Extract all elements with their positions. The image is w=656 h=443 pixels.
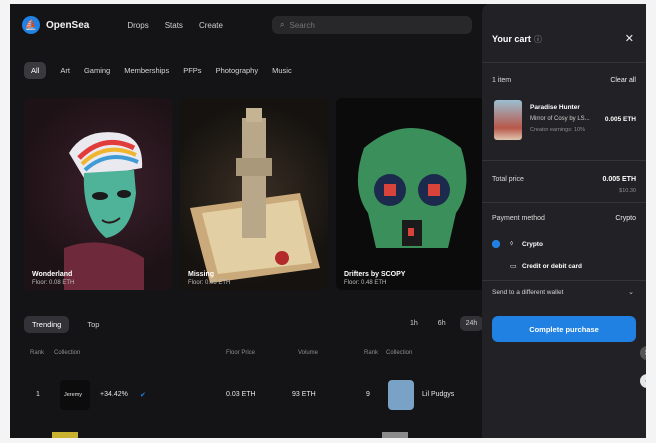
featured-card[interactable]: Drifters by SCOPY Floor: 0.48 ETH xyxy=(336,98,486,290)
card-artwork xyxy=(357,128,467,248)
cart-item-collection: Mirror of Cosy by LS... xyxy=(530,116,590,122)
payment-option-card[interactable]: Credit or debit card xyxy=(522,263,582,270)
featured-floor: Floor: 0.08 ETH xyxy=(32,280,75,286)
tab-top[interactable]: Top xyxy=(79,316,107,333)
floor-price: 0.03 ETH xyxy=(226,391,256,398)
row-rank: 1 xyxy=(36,391,40,398)
support-icon[interactable]: ● xyxy=(640,374,646,388)
range-24h[interactable]: 24h xyxy=(459,316,484,331)
category-music[interactable]: Music xyxy=(272,66,292,75)
close-icon[interactable]: ✕ xyxy=(625,32,634,45)
cart-item-name: Paradise Hunter xyxy=(530,104,580,111)
featured-card[interactable]: Missing Floor: 0.05 ETH xyxy=(180,98,328,290)
cart-title: Your cart xyxy=(492,34,531,44)
settings-icon[interactable]: ✕ xyxy=(640,346,646,360)
divider xyxy=(482,202,646,203)
nav-link-create[interactable]: Create xyxy=(199,21,223,30)
search-input[interactable] xyxy=(289,20,440,30)
category-pfps[interactable]: PFPs xyxy=(183,66,201,75)
nav-link-drops[interactable]: Drops xyxy=(127,21,148,30)
range-1h[interactable]: 1h xyxy=(404,316,424,331)
category-tabs: All Art Gaming Memberships PFPs Photogra… xyxy=(24,62,292,79)
collection-thumbnail xyxy=(52,432,78,438)
time-range-selector: 1h 6h 24h xyxy=(404,316,484,331)
col-collection: Collection xyxy=(54,350,81,356)
col-rank-2: Rank xyxy=(364,350,379,356)
featured-title: Missing xyxy=(188,271,215,278)
col-rank: Rank xyxy=(30,350,45,356)
nav-link-stats[interactable]: Stats xyxy=(165,21,183,30)
collection-change: +34.42% xyxy=(100,391,128,398)
verified-icon: ✔ xyxy=(140,392,146,399)
category-gaming[interactable]: Gaming xyxy=(84,66,110,75)
cart-item-fee: Creator earnings: 10% xyxy=(530,127,586,133)
payment-option-crypto-radio[interactable] xyxy=(492,240,500,248)
info-icon[interactable]: ⓘ xyxy=(534,34,542,45)
category-memberships[interactable]: Memberships xyxy=(124,66,169,75)
payment-method-value: Crypto xyxy=(615,215,636,222)
col-floor: Floor Price xyxy=(226,350,256,356)
search-icon: ⌕ xyxy=(280,20,285,29)
col-volume: Volume xyxy=(298,350,319,356)
featured-card[interactable]: Wonderland Floor: 0.08 ETH xyxy=(24,98,172,290)
brand-name[interactable]: OpenSea xyxy=(46,20,89,31)
card-artwork xyxy=(64,132,144,290)
card-artwork xyxy=(190,108,320,283)
total-price-usd: $10.30 xyxy=(619,188,636,194)
app-window: ⛵ OpenSea Drops Stats Create ⌕ All Art G… xyxy=(10,4,646,438)
collection-thumbnail xyxy=(382,432,408,438)
tab-trending[interactable]: Trending xyxy=(24,316,70,333)
volume: 93 ETH xyxy=(292,391,316,398)
send-to-wallet-toggle[interactable]: Send to a different wallet xyxy=(492,289,563,296)
featured-title: Drifters by SCOPY xyxy=(344,271,406,278)
total-price-label: Total price xyxy=(492,176,524,183)
collection-name-2: Lil Pudgys xyxy=(422,391,455,398)
category-art[interactable]: Art xyxy=(60,66,70,75)
payment-method-label: Payment method xyxy=(492,215,545,222)
eth-icon: ⬨ xyxy=(510,240,514,247)
range-6h[interactable]: 6h xyxy=(432,316,452,331)
divider xyxy=(482,160,646,161)
complete-purchase-button[interactable]: Complete purchase xyxy=(492,316,636,342)
featured-floor: Floor: 0.48 ETH xyxy=(344,280,387,286)
total-price-value: 0.005 ETH xyxy=(602,176,636,183)
payment-option-crypto[interactable]: Crypto xyxy=(522,241,543,248)
divider xyxy=(482,62,646,63)
cart-panel: Your cart ⓘ ✕ 1 item Clear all Paradise … xyxy=(482,4,646,438)
cart-item-price: 0.005 ETH xyxy=(604,116,636,123)
trending-tabs: Trending Top xyxy=(24,316,107,333)
category-all[interactable]: All xyxy=(24,62,47,79)
card-icon: ▭ xyxy=(510,263,517,270)
row-rank-2: 9 xyxy=(366,391,370,398)
featured-floor: Floor: 0.05 ETH xyxy=(188,280,231,286)
opensea-logo-icon[interactable]: ⛵ xyxy=(22,16,40,34)
featured-title: Wonderland xyxy=(32,271,73,278)
category-photography[interactable]: Photography xyxy=(216,66,259,75)
search-bar[interactable]: ⌕ xyxy=(272,16,472,34)
chevron-down-icon[interactable]: ⌄ xyxy=(628,288,634,296)
clear-all-button[interactable]: Clear all xyxy=(610,77,636,84)
cart-item-thumbnail xyxy=(494,100,522,140)
table-header: Rank Collection Floor Price Volume Rank … xyxy=(30,350,470,360)
divider xyxy=(482,280,646,281)
cart-item-count: 1 item xyxy=(492,77,512,84)
col-collection-2: Collection xyxy=(386,350,413,356)
collection-name: Jeremy xyxy=(64,392,83,398)
collection-thumbnail xyxy=(388,380,414,410)
table-row[interactable]: 1 Jeremy +34.42% ✔ 0.03 ETH 93 ETH 9 Lil… xyxy=(30,380,470,410)
